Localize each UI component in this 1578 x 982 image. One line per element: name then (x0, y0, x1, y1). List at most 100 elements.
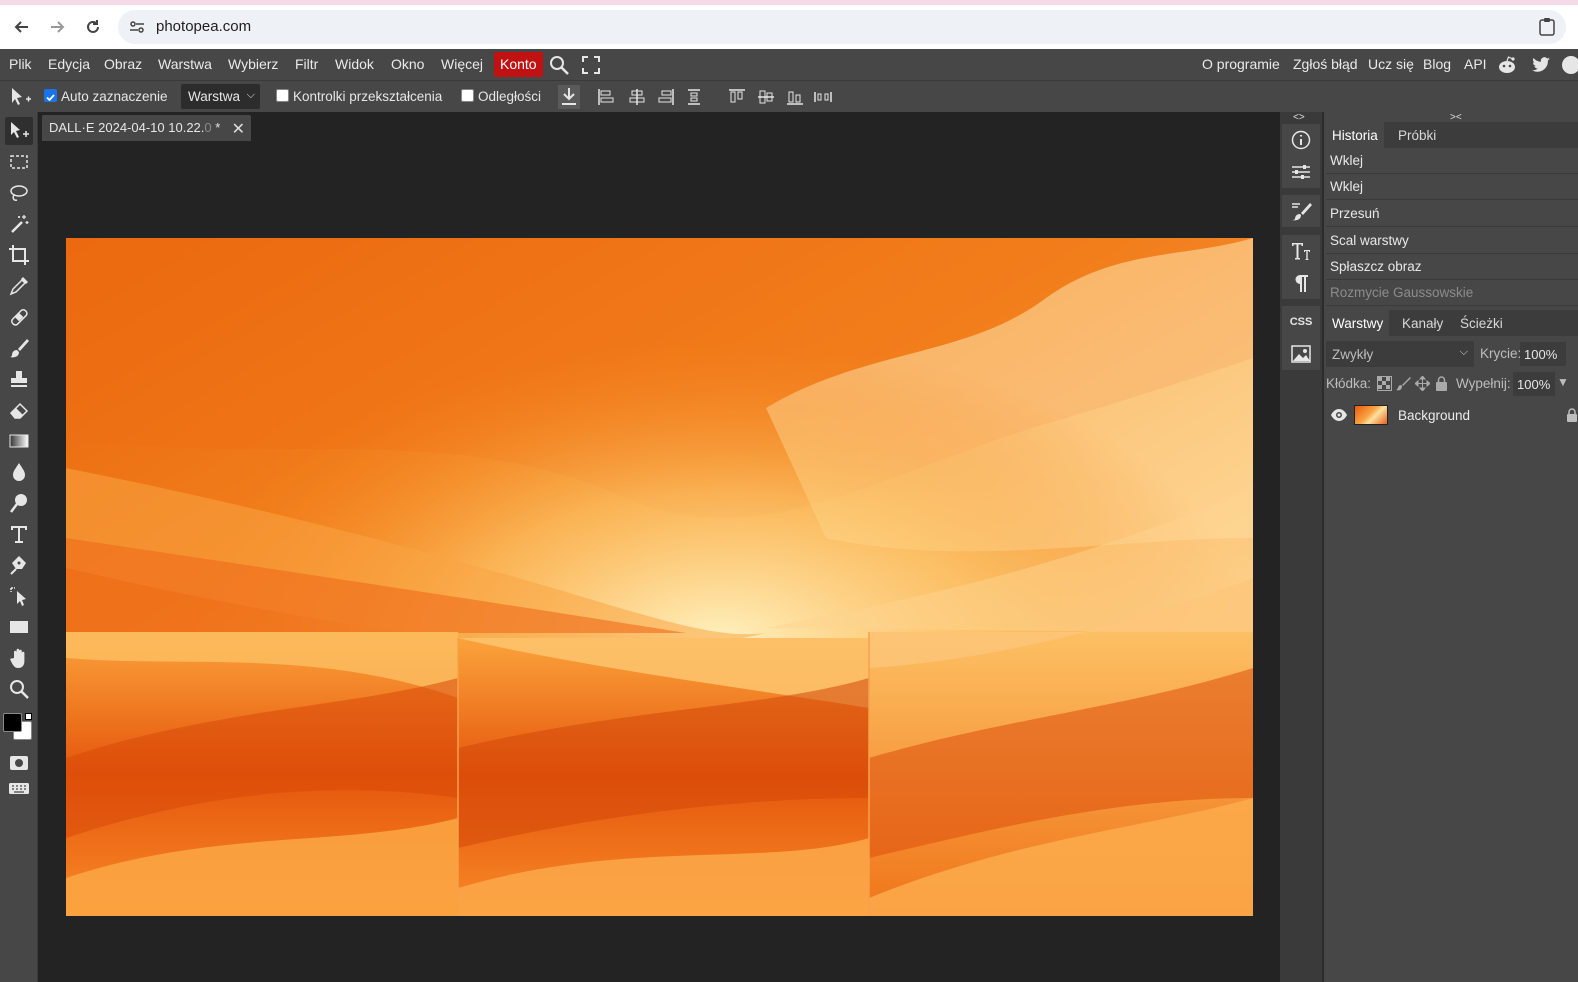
layer-row[interactable]: Background (1324, 400, 1578, 432)
download-icon[interactable] (558, 85, 580, 109)
lock-transparency-icon[interactable] (1377, 376, 1392, 391)
history-entry[interactable]: Wklej (1326, 174, 1578, 200)
opacity-input[interactable]: 100% (1520, 342, 1566, 366)
eyedropper-tool-button[interactable] (5, 272, 33, 300)
document-canvas[interactable] (66, 238, 1253, 916)
layer-thumbnail[interactable] (1354, 405, 1388, 425)
menu-filter[interactable]: Filtr (295, 56, 318, 72)
twitter-icon[interactable] (1530, 54, 1552, 76)
collapse-left-toggle[interactable]: <> (1293, 112, 1305, 123)
history-entry[interactable]: Rozmycie Gaussowskie (1326, 280, 1578, 306)
menu-select[interactable]: Wybierz (228, 56, 278, 72)
character-panel-button[interactable] (1282, 235, 1320, 267)
move-tool-icon[interactable] (8, 86, 32, 108)
menu-blog[interactable]: Blog (1423, 56, 1451, 72)
brush-settings-panel-button[interactable] (1282, 195, 1320, 227)
tab-channels[interactable]: Kanały (1396, 310, 1449, 336)
align-top-icon[interactable] (727, 87, 747, 107)
history-entry[interactable]: Spłaszcz obraz (1326, 254, 1578, 280)
pen-tool-button[interactable] (5, 551, 33, 579)
distances-checkbox[interactable] (461, 89, 474, 102)
site-info-icon[interactable] (128, 18, 146, 36)
stamp-tool-button[interactable] (5, 365, 33, 393)
reddit-icon[interactable] (1496, 54, 1518, 76)
shape-tool-button[interactable] (5, 613, 33, 641)
dodge-tool-button[interactable] (5, 489, 33, 517)
blur-tool-button[interactable] (5, 458, 33, 486)
crop-tool-button[interactable] (5, 241, 33, 269)
menu-layer[interactable]: Warstwa (158, 56, 212, 72)
facebook-icon[interactable] (1560, 54, 1578, 76)
zoom-tool-button[interactable] (5, 675, 33, 703)
align-bottom-icon[interactable] (785, 87, 805, 107)
reload-icon[interactable] (81, 15, 105, 39)
magic-wand-tool-button[interactable] (5, 210, 33, 238)
tab-paths[interactable]: Ścieżki (1454, 310, 1509, 336)
lock-all-icon[interactable] (1434, 376, 1449, 391)
move-tool-button[interactable] (5, 117, 33, 145)
paragraph-panel-button[interactable] (1282, 267, 1320, 299)
align-center-horizontal-icon[interactable] (627, 87, 647, 107)
back-icon[interactable] (10, 15, 34, 39)
brush-tool-button[interactable] (5, 334, 33, 362)
healing-tool-button[interactable] (5, 303, 33, 331)
align-middle-vertical-icon[interactable] (756, 87, 776, 107)
info-panel-button[interactable] (1282, 124, 1320, 156)
layer-name[interactable]: Background (1398, 408, 1470, 423)
transform-controls-checkbox[interactable] (276, 89, 289, 102)
menu-edit[interactable]: Edycja (48, 56, 90, 72)
hand-tool-button[interactable] (5, 644, 33, 672)
gradient-tool-button[interactable] (5, 427, 33, 455)
menu-more[interactable]: Więcej (441, 56, 483, 72)
collapse-right-toggle[interactable]: >< (1450, 112, 1462, 123)
history-entry[interactable]: Scal warstwy (1326, 228, 1578, 254)
eraser-tool-button[interactable] (5, 396, 33, 424)
auto-select-checkbox[interactable] (44, 89, 57, 102)
color-swatches[interactable] (3, 713, 35, 747)
distribute-vertical-icon[interactable] (684, 87, 704, 107)
fill-dropdown-icon[interactable]: ▼ (1557, 375, 1569, 389)
fullscreen-icon[interactable] (580, 54, 602, 76)
align-left-icon[interactable] (596, 87, 616, 107)
menu-file[interactable]: Plik (9, 56, 32, 72)
adjustments-panel-button[interactable] (1282, 156, 1320, 188)
menu-image[interactable]: Obraz (104, 56, 142, 72)
menu-window[interactable]: Okno (391, 56, 424, 72)
distribute-horizontal-icon[interactable] (813, 87, 833, 107)
clipboard-icon[interactable] (1538, 17, 1556, 37)
path-select-tool-button[interactable] (5, 582, 33, 610)
history-entry[interactable]: Wklej (1326, 148, 1578, 174)
account-button[interactable]: Konto (494, 52, 543, 77)
swap-colors-icon[interactable] (25, 713, 32, 720)
menu-report-bug[interactable]: Zgłoś błąd (1293, 56, 1358, 72)
auto-select-target-select[interactable]: Warstwa ⌵ (181, 84, 260, 109)
menu-api[interactable]: API (1464, 56, 1487, 72)
foreground-color-swatch[interactable] (3, 713, 22, 732)
tab-swatches[interactable]: Próbki (1392, 122, 1442, 148)
fill-input[interactable]: 100% (1513, 372, 1555, 396)
close-icon[interactable]: ✕ (232, 119, 245, 139)
menu-learn[interactable]: Ucz się (1368, 56, 1414, 72)
lock-pixels-icon[interactable] (1396, 376, 1411, 391)
css-panel-button[interactable]: CSS (1282, 306, 1320, 338)
type-tool-button[interactable] (5, 520, 33, 548)
blend-mode-select[interactable]: Zwykły ⌵ (1326, 341, 1474, 367)
lasso-tool-button[interactable] (5, 179, 33, 207)
forward-icon[interactable] (45, 15, 69, 39)
quick-mask-button[interactable] (5, 749, 33, 777)
tab-history[interactable]: Historia (1326, 122, 1384, 148)
menu-view[interactable]: Widok (335, 56, 374, 72)
image-panel-button[interactable] (1282, 338, 1320, 370)
history-entry[interactable]: Przesuń (1326, 201, 1578, 227)
menu-about[interactable]: O programie (1202, 56, 1280, 72)
lock-position-icon[interactable] (1415, 376, 1430, 391)
document-tab[interactable]: DALL·E 2024-04-10 10.22.0 * ✕ (42, 115, 251, 141)
eye-icon[interactable] (1330, 408, 1348, 422)
tab-layers[interactable]: Warstwy (1326, 310, 1390, 336)
url-text[interactable]: photopea.com (156, 18, 251, 35)
marquee-tool-button[interactable] (5, 148, 33, 176)
search-icon[interactable] (548, 54, 570, 76)
address-bar[interactable]: photopea.com (118, 10, 1566, 44)
keyboard-button[interactable] (5, 774, 33, 802)
align-right-icon[interactable] (656, 87, 676, 107)
